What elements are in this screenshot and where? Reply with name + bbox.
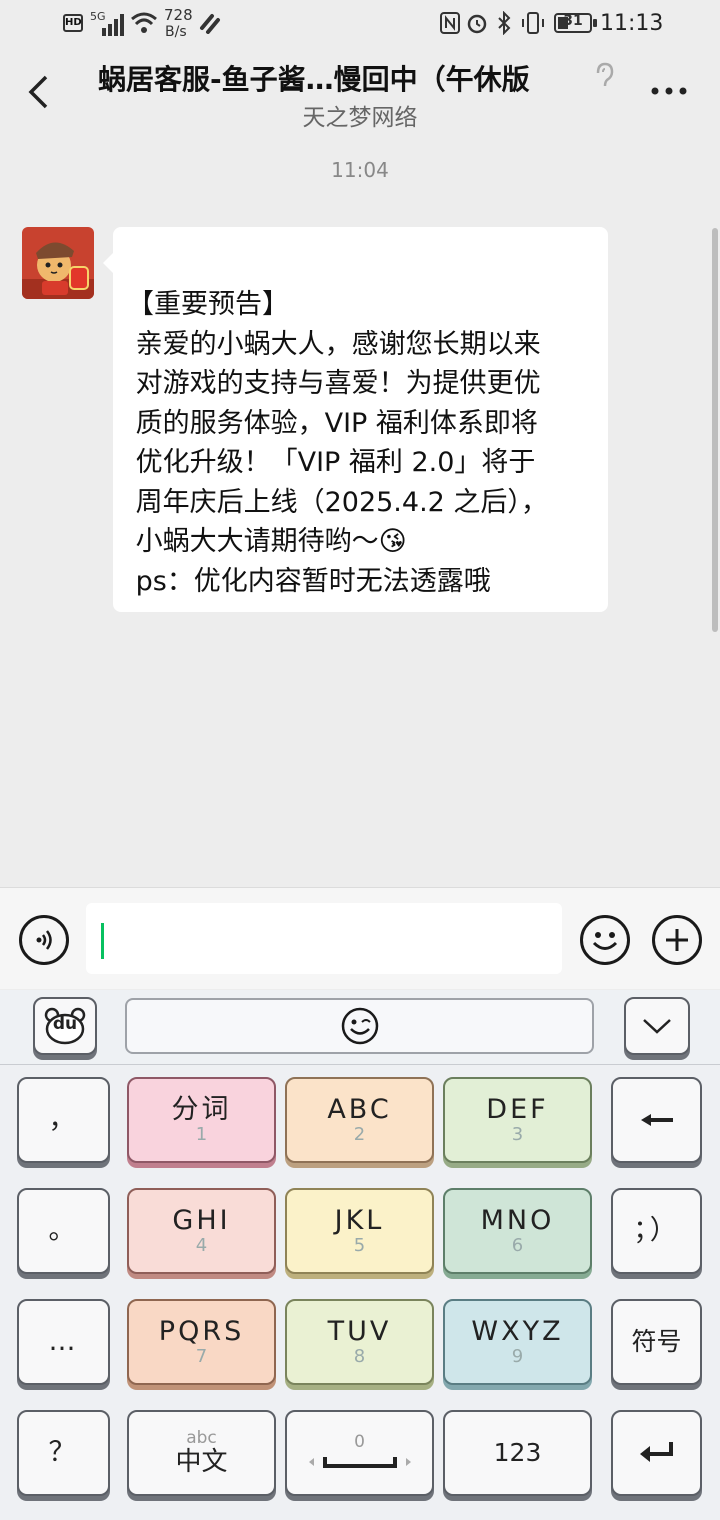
key-2-abc[interactable]: ABC 2	[285, 1077, 434, 1163]
key-9-wxyz[interactable]: WXYZ 9	[443, 1299, 592, 1385]
speed-value: 728	[164, 6, 193, 24]
ime-logo-button[interactable]: du	[33, 997, 97, 1055]
emoji-icon	[592, 932, 618, 950]
chat-subtitle: 天之梦网络	[302, 105, 418, 131]
key-symbols[interactable]: 符号	[611, 1299, 702, 1385]
voice-icon	[36, 930, 52, 950]
battery-icon: 31	[554, 13, 597, 33]
key-123[interactable]: 123	[443, 1410, 592, 1496]
message-bubble[interactable]: 【重要预告】 亲爱的小蜗大人，感谢您长期以来 对游戏的支持与喜爱！为提供更优 质…	[103, 227, 608, 612]
hd-icon: HD	[63, 14, 83, 32]
vibrate-icon	[522, 12, 544, 34]
key-3-def[interactable]: DEF 3	[443, 1077, 592, 1163]
key-space[interactable]: 0	[285, 1410, 434, 1496]
wifi-icon	[131, 12, 157, 33]
key-1-fenci[interactable]: 分词 1	[127, 1077, 276, 1163]
nfc-icon	[440, 12, 460, 34]
hide-keyboard-button[interactable]	[624, 997, 690, 1055]
input-bar	[0, 887, 720, 989]
link-icon	[200, 14, 220, 34]
chat-header: 蜗居客服-鱼子酱…慢回中（午休版 天之梦网络	[0, 46, 720, 136]
emoji-button[interactable]	[580, 915, 630, 965]
mute-ear-icon	[596, 62, 614, 87]
key-question[interactable]: ？	[17, 1410, 110, 1496]
ime-keyboard: du ， 分词 1 ABC 2 DEF 3 。 GHI 4 JKL 5 MNO …	[0, 990, 720, 1520]
key-6-mno[interactable]: MNO 6	[443, 1188, 592, 1274]
enter-key[interactable]	[611, 1410, 702, 1496]
status-time: 11:13	[600, 11, 664, 36]
key-comma[interactable]: ，	[17, 1077, 110, 1163]
chat-title: 蜗居客服-鱼子酱…慢回中（午休版	[98, 63, 530, 96]
wink-icon	[341, 1007, 378, 1045]
speed-unit: B/s	[165, 24, 187, 40]
space-bar-icon	[308, 1457, 411, 1468]
key-5-jkl[interactable]: JKL 5	[285, 1188, 434, 1274]
key-8-tuv[interactable]: TUV 8	[285, 1299, 434, 1385]
key-semicolon-paren[interactable]: ；）	[611, 1188, 702, 1274]
key-4-ghi[interactable]: GHI 4	[127, 1188, 276, 1274]
key-ellipsis[interactable]: …	[17, 1299, 110, 1385]
ime-logo-text: du	[52, 1014, 78, 1034]
enter-icon	[639, 1442, 673, 1462]
plus-icon	[666, 929, 688, 951]
battery-level: 31	[563, 13, 583, 29]
text-cursor	[101, 923, 104, 959]
signal-icon	[102, 14, 124, 36]
message-input[interactable]	[86, 903, 562, 974]
emoji-panel-button[interactable]	[125, 998, 594, 1054]
message-text: 【重要预告】 亲爱的小蜗大人，感谢您长期以来 对游戏的支持与喜爱！为提供更优 质…	[127, 289, 548, 597]
alarm-icon	[467, 14, 487, 34]
backspace-icon	[640, 1114, 673, 1126]
status-bar: HD 5G 728 B/s 31 11:13	[0, 0, 720, 46]
chat-scrollbar[interactable]	[712, 228, 718, 632]
backspace-key[interactable]	[611, 1077, 702, 1163]
voice-button[interactable]	[19, 915, 69, 965]
avatar[interactable]	[22, 227, 94, 299]
bluetooth-icon	[498, 11, 511, 35]
keyboard-toolbar: du	[0, 990, 720, 1065]
message-timestamp: 11:04	[331, 158, 389, 182]
plus-button[interactable]	[652, 915, 702, 965]
key-period[interactable]: 。	[17, 1188, 110, 1274]
key-7-pqrs[interactable]: PQRS 7	[127, 1299, 276, 1385]
chevron-down-icon	[643, 1019, 671, 1034]
key-chinese-english-toggle[interactable]: abc 中文	[127, 1410, 276, 1496]
more-icon[interactable]	[650, 86, 688, 96]
